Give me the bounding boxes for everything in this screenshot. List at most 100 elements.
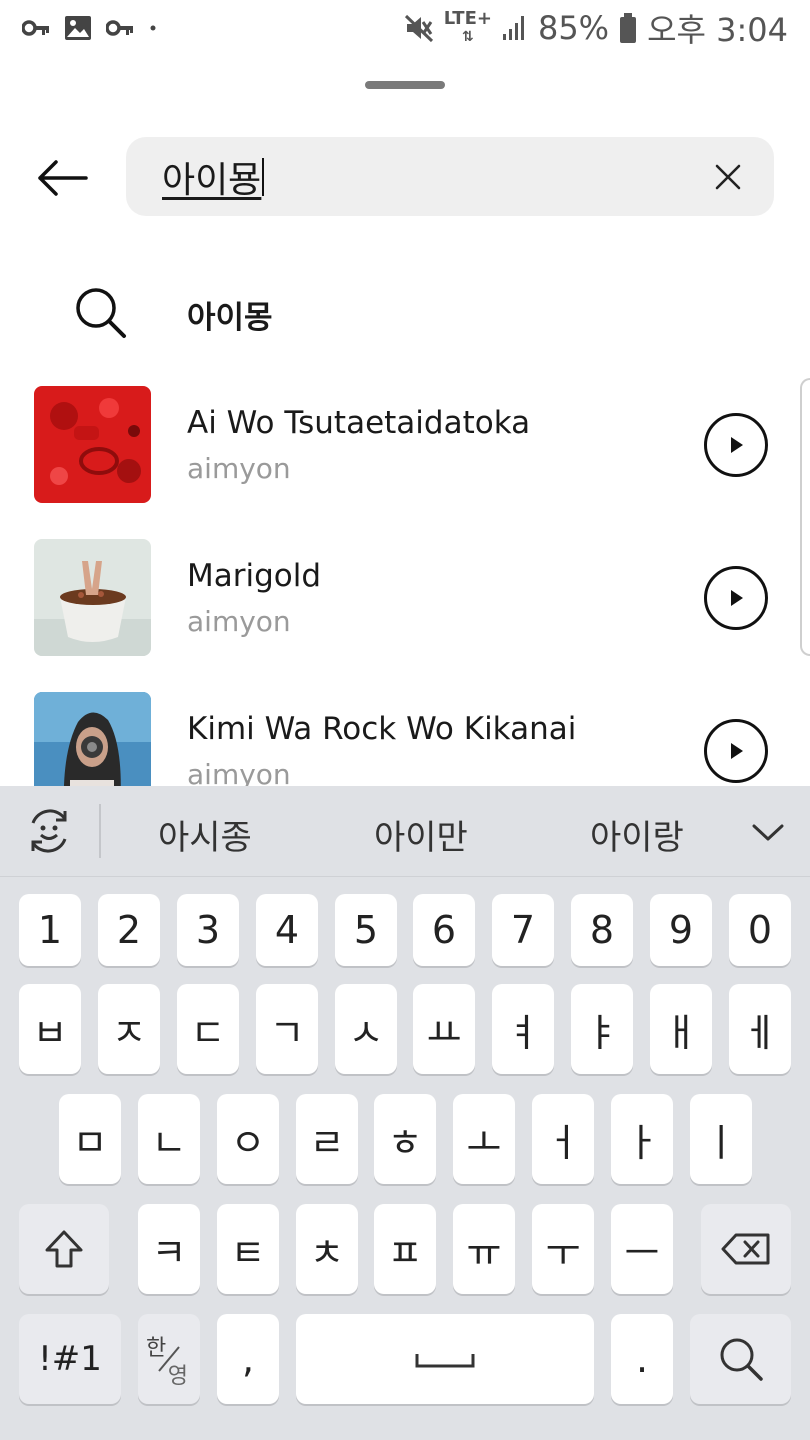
keyboard-suggestion-bar: 아시종 아이만 아이랑 — [0, 786, 810, 877]
key-7[interactable]: 7 — [492, 894, 554, 966]
key-jamo[interactable]: ㅊ — [296, 1204, 358, 1294]
key-jamo[interactable]: ㅓ — [532, 1094, 594, 1184]
key-3[interactable]: 3 — [177, 894, 239, 966]
key-jamo[interactable]: ㄱ — [256, 984, 318, 1074]
song-row[interactable]: Kimi Wa Rock Wo Kikanai aimyon — [0, 678, 810, 786]
key-jamo[interactable]: ㅂ — [19, 984, 81, 1074]
status-system: LTE+ ⇅ 85% 오후 3:04 — [404, 5, 788, 51]
symbols-key[interactable]: !#1 — [19, 1314, 121, 1404]
search-icon — [72, 284, 130, 347]
album-art — [34, 539, 151, 656]
key-jamo[interactable]: ㅁ — [59, 1094, 121, 1184]
key-6[interactable]: 6 — [413, 894, 475, 966]
key-jamo[interactable]: ㅔ — [729, 984, 791, 1074]
clock: 오후 3:04 — [647, 11, 788, 49]
soft-keyboard: 아시종 아이만 아이랑 1 2 3 4 5 6 7 8 9 0 ㅂ ㅈ ㄷ ㄱ … — [0, 786, 810, 1440]
key-0[interactable]: 0 — [729, 894, 791, 966]
search-key[interactable] — [690, 1314, 791, 1404]
comma-key[interactable]: , — [217, 1314, 279, 1404]
song-artist: aimyon — [187, 452, 291, 485]
key-icon-2 — [106, 18, 134, 38]
key-jamo[interactable]: ㅑ — [571, 984, 633, 1074]
lang-english-label: 영 — [167, 1364, 188, 1389]
period-key[interactable]: . — [611, 1314, 673, 1404]
key-jamo[interactable]: ㅛ — [413, 984, 475, 1074]
key-8[interactable]: 8 — [571, 894, 633, 966]
language-toggle-key[interactable]: 한 영 — [138, 1314, 200, 1404]
key-jamo[interactable]: ㅠ — [453, 1204, 515, 1294]
text-caret — [262, 157, 265, 196]
key-jamo[interactable]: ㅗ — [453, 1094, 515, 1184]
play-button[interactable] — [704, 719, 768, 783]
song-result-list[interactable]: Ai Wo Tsutaetaidatoka aimyon Marigold ai… — [0, 372, 810, 786]
key-jamo[interactable]: ㄷ — [177, 984, 239, 1074]
search-icon — [720, 1338, 763, 1381]
key-jamo[interactable]: ㅍ — [374, 1204, 436, 1294]
battery-percent: 85% — [537, 9, 610, 47]
key-jamo[interactable]: ㅋ — [138, 1204, 200, 1294]
keyboard-suggestion[interactable]: 아이만 — [374, 810, 468, 859]
song-title: Ai Wo Tsutaetaidatoka — [187, 405, 531, 441]
play-button[interactable] — [704, 566, 768, 630]
collapse-suggestions-button[interactable] — [748, 814, 788, 850]
lang-korean-label: 한 — [146, 1336, 167, 1361]
dot-icon — [148, 23, 158, 33]
emoji-switch-button[interactable] — [22, 804, 76, 858]
keyboard-suggestion[interactable]: 아이랑 — [590, 810, 684, 859]
key-9[interactable]: 9 — [650, 894, 712, 966]
key-4[interactable]: 4 — [256, 894, 318, 966]
search-suggestion[interactable]: 아이몽 — [0, 270, 810, 354]
key-jamo[interactable]: ㅐ — [650, 984, 712, 1074]
close-icon — [715, 164, 741, 190]
sheet-drag-handle[interactable] — [365, 81, 445, 89]
key-5[interactable]: 5 — [335, 894, 397, 966]
song-title: Kimi Wa Rock Wo Kikanai — [187, 711, 577, 747]
data-arrows-icon: ⇅ — [462, 29, 474, 45]
song-artist: aimyon — [187, 758, 291, 786]
key-jamo[interactable]: ㅈ — [98, 984, 160, 1074]
album-art — [34, 692, 151, 786]
song-row[interactable]: Ai Wo Tsutaetaidatoka aimyon — [0, 372, 810, 512]
search-field[interactable]: 아이묭 — [126, 137, 774, 216]
keyboard-suggestion[interactable]: 아시종 — [158, 810, 252, 859]
network-label: LTE+ — [443, 8, 492, 29]
key-jamo[interactable]: ㄴ — [138, 1094, 200, 1184]
status-bar: LTE+ ⇅ 85% 오후 3:04 — [0, 0, 810, 56]
mute-icon — [404, 13, 434, 43]
key-jamo[interactable]: ㅣ — [690, 1094, 752, 1184]
play-icon — [731, 743, 743, 759]
scrollbar[interactable] — [800, 378, 810, 656]
key-jamo[interactable]: ㄹ — [296, 1094, 358, 1184]
play-button[interactable] — [704, 413, 768, 477]
search-input[interactable]: 아이묭 — [162, 151, 261, 203]
chevron-down-icon — [752, 824, 784, 841]
key-2[interactable]: 2 — [98, 894, 160, 966]
play-icon — [731, 437, 743, 453]
song-title: Marigold — [187, 558, 322, 594]
clear-search-button[interactable] — [708, 157, 748, 197]
key-jamo[interactable]: ㅜ — [532, 1204, 594, 1294]
image-icon — [64, 15, 92, 41]
key-jamo[interactable]: ㅏ — [611, 1094, 673, 1184]
song-artist: aimyon — [187, 605, 291, 638]
signal-icon — [502, 14, 528, 42]
key-jamo[interactable]: ㅇ — [217, 1094, 279, 1184]
key-jamo[interactable]: ㅡ — [611, 1204, 673, 1294]
shift-key[interactable] — [19, 1204, 109, 1294]
network-type-icon: LTE+ ⇅ — [444, 10, 492, 46]
key-1[interactable]: 1 — [19, 894, 81, 966]
shift-arrow-icon — [45, 1230, 83, 1268]
key-jamo[interactable]: ㅌ — [217, 1204, 279, 1294]
battery-icon — [619, 12, 637, 44]
key-jamo[interactable]: ㅎ — [374, 1094, 436, 1184]
key-icon — [22, 18, 50, 38]
backspace-key[interactable] — [701, 1204, 791, 1294]
space-bar-icon — [415, 1354, 475, 1368]
album-art — [34, 386, 151, 503]
backspace-icon — [721, 1233, 770, 1265]
key-jamo[interactable]: ㅕ — [492, 984, 554, 1074]
back-button[interactable] — [28, 148, 98, 208]
song-row[interactable]: Marigold aimyon — [0, 525, 810, 665]
key-jamo[interactable]: ㅅ — [335, 984, 397, 1074]
space-key[interactable] — [296, 1314, 594, 1404]
